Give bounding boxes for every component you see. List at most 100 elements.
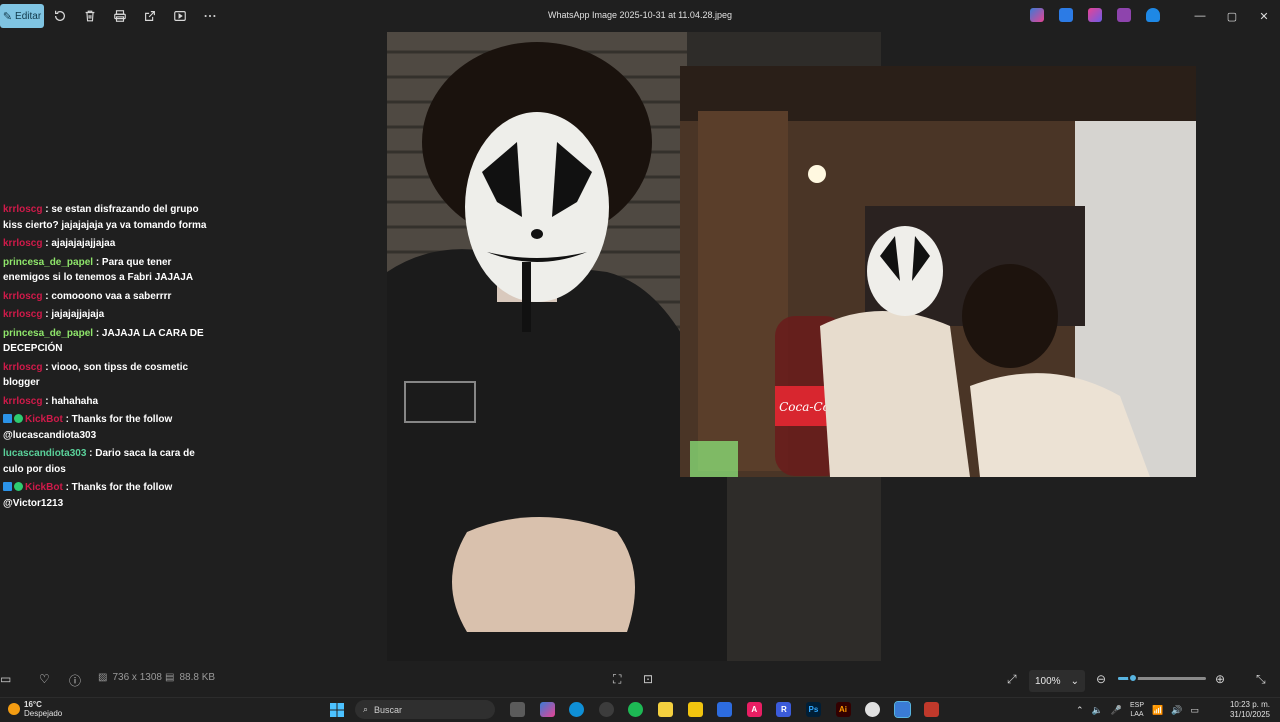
settings-gear-icon[interactable] [598,702,614,717]
clock[interactable]: 10:23 p. m. 31/10/2025 [1230,700,1270,720]
chat-username: krrloscg [3,309,43,320]
chat-message: princesa_de_papel : Para que tener enemi… [3,255,213,286]
verified-badge-icon [14,414,23,423]
info-bar: ▭ ♡ ⓘ ▨ 736 x 1308 ▤ 88.8 KB ⛶ ⊡ ⤢ 100% … [0,665,1280,693]
zoom-dropdown[interactable]: 100% ⌄ [1029,670,1085,692]
chat-message: krrloscg : jajajajjajaja [3,307,213,323]
chat-message: krrloscg : viooo, son tipss de cosmetic … [3,360,213,391]
pencil-icon: ✎ [2,10,13,23]
bot-badge-icon [3,414,12,423]
system-tray: ⌃ 🔈 🎤 ESP LAA 📶 🔊 ▭ [1076,701,1199,719]
minimize-icon[interactable]: — [1184,0,1216,32]
dimensions-text: 736 x 1308 [112,672,162,683]
chrome-icon[interactable] [865,702,881,717]
image-size-icon: ▨ [98,672,108,683]
weather-temp: 16°C [24,700,42,709]
chat-message: krrloscg : comooono vaa a saberrrr [3,289,213,305]
photoshop-icon[interactable]: Ps [805,702,821,717]
edit-button-label: Editar [15,10,42,22]
lang-top: ESP [1129,702,1144,709]
spotify-icon[interactable] [628,702,644,717]
chat-message: krrloscg : se estan disfrazando del grup… [3,202,213,233]
weather-text: 16°C Despejado [24,700,62,718]
info-icon[interactable]: ⓘ [69,672,81,689]
chat-username: lucascandiota303 [3,448,87,459]
control-panel-icon[interactable] [717,702,733,717]
file-icon: ▤ [165,672,175,683]
rotate-icon[interactable] [50,6,70,26]
photos-app-icon[interactable] [893,701,911,718]
share-icon[interactable] [140,6,160,26]
chat-username: princesa_de_papel [3,256,94,268]
more-icon[interactable] [200,6,220,26]
app-r-icon[interactable]: R [776,702,792,717]
chevron-up-icon[interactable]: ⌃ [1076,705,1084,716]
onedrive-icon[interactable] [1146,8,1160,22]
app-a-icon[interactable]: A [746,702,762,717]
print-icon[interactable] [110,6,130,26]
favorite-icon[interactable]: ♡ [39,672,50,686]
sun-icon [8,703,20,715]
title-bar: ✎ Editar WhatsApp Image 2025-10-31 at 11… [0,0,1280,32]
windows-start-icon[interactable] [330,703,344,717]
task-view-icon[interactable] [510,702,525,717]
verified-badge-icon [14,482,23,491]
chat-username: krrloscg [3,204,43,215]
wifi-icon[interactable]: 📶 [1152,705,1163,716]
chat-text: : ajajajajajjajaa [42,238,116,249]
copilot-taskbar-icon[interactable] [539,702,555,717]
chat-text: : comooono vaa a saberrrr [42,290,172,302]
zoom-slider[interactable] [1118,673,1206,683]
file-explorer-icon[interactable] [687,702,703,717]
delete-icon[interactable] [80,6,100,26]
chat-message: krrloscg : hahahaha [3,394,213,410]
chat-username: krrloscg [3,361,43,373]
slideshow-icon[interactable] [170,6,190,26]
lang-bottom: LAA [1130,711,1144,718]
mcafee-icon[interactable] [924,702,940,717]
zoom-in-icon[interactable]: ⊕ [1215,672,1225,686]
edit-button[interactable]: ✎ Editar [0,4,44,28]
filmstrip-icon[interactable]: ▭ [0,672,11,686]
clock-time: 10:23 p. m. [1229,700,1270,709]
close-icon[interactable]: ✕ [1248,0,1280,32]
language-indicator[interactable]: ESP LAA [1130,701,1144,719]
dimensions-info: ▨ 736 x 1308 [98,672,162,683]
microphone-icon[interactable]: 🎤 [1111,705,1122,716]
weather-desc: Despejado [24,709,63,718]
filesize-text: 88.8 KB [179,672,216,683]
maximize-icon[interactable]: ▢ [1216,0,1248,32]
speaker-icon[interactable]: 🔈 [1092,705,1103,716]
photos-app-window: ✎ Editar WhatsApp Image 2025-10-31 at 11… [0,0,1280,720]
zoom-slider-knob[interactable] [1127,673,1138,683]
taskbar-search[interactable]: ⌕ Buscar [355,700,495,719]
illustrator-icon[interactable]: Ai [835,702,851,717]
designer-icon[interactable] [1088,8,1102,22]
window-controls: — ▢ ✕ [1184,0,1280,32]
title-bar-apps [1030,8,1160,22]
battery-icon[interactable]: ▭ [1190,705,1199,716]
chat-message: krrloscg : ajajajajajjajaa [3,236,213,252]
filesize-info: ▤ 88.8 KB [165,672,215,683]
chat-message: lucascandiota303 : Dario saca la cara de… [3,446,213,477]
chat-message: KickBot : Thanks for the follow @lucasca… [3,412,213,443]
clock-date: 31/10/2025 [1229,710,1270,719]
chat-overlay: krrloscg : se estan disfrazando del grup… [3,202,213,514]
sticky-notes-icon[interactable] [657,702,673,717]
toolbar-actions [50,6,220,26]
zoom-out-icon[interactable]: ⊖ [1096,672,1106,686]
chat-username: krrloscg [3,290,43,302]
fit-screen-icon[interactable]: ⊡ [643,672,653,686]
volume-icon[interactable]: 🔊 [1171,705,1182,716]
expand-icon[interactable]: ⤡ [1256,672,1266,687]
weather-widget[interactable]: 16°C Despejado [8,700,62,718]
fullscreen-fit-icon[interactable]: ⤢ [1007,672,1017,687]
chat-message: KickBot : Thanks for the follow @Victor1… [3,480,213,511]
edge-icon[interactable] [569,702,585,717]
copilot-icon[interactable] [1030,8,1044,22]
chat-username: princesa_de_papel [3,327,94,339]
actual-size-icon[interactable]: ⛶ [613,672,621,687]
clipchamp-icon[interactable] [1117,8,1131,22]
edit-photo-icon[interactable] [1059,8,1073,22]
search-icon: ⌕ [363,704,369,714]
